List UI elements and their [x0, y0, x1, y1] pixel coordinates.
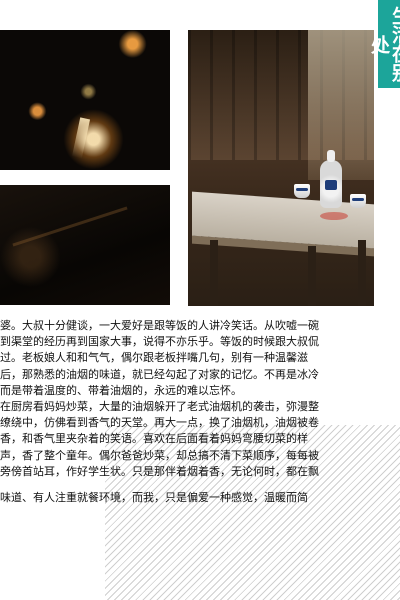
cup-stripe — [352, 198, 364, 201]
sake-cup — [294, 184, 310, 198]
article-line: 香，和香气里夹杂着的笑语。喜欢在后面看着妈妈弯腰切菜的样 — [0, 432, 308, 446]
spilled-drink — [320, 212, 348, 220]
article-line: 在厨房看妈妈炒菜，大量的油烟躲开了老式油烟机的袭击，弥漫整 — [0, 400, 319, 414]
table-leg — [210, 240, 218, 306]
article-line: 到渠堂的经历再到国家大事，说得不亦乐乎。等饭的时候跟大叔侃 — [0, 335, 319, 349]
article-line: 婆。大叔十分健谈，一大爱好是跟等饭的人讲冷笑话。从吹嘘一碗 — [0, 319, 319, 332]
article-line: 而是带着温度的、带着油烟的，永远的难以忘怀。 — [0, 383, 242, 397]
article-body: 婆。大叔十分健谈，一大爱好是跟等饭的人讲冷笑话。从吹嘘一碗 到渠堂的经历再到国家… — [0, 318, 400, 546]
article-line: 味道、有人注重就餐环境，而我，只是偏爱一种感觉，温暖而简 — [0, 491, 308, 505]
article-line: 声，香了整个童年。偶尔爸爸炒菜，却总搞不清下菜顺序，每每被 — [0, 448, 319, 462]
article-line: 后，那熟悉的油烟的味道，就已经勾起了对家的记忆。不再是冰冷 — [0, 367, 319, 381]
sake-cup — [350, 194, 366, 208]
dark-scene-photo — [0, 185, 170, 305]
section-title-tab: 生活在别处 — [368, 0, 400, 88]
sake-bottle — [320, 150, 342, 208]
table-leg — [308, 246, 316, 306]
sparks-photo — [0, 30, 170, 170]
article-line: 过。老板娘人和和气气，偶尔跟老板拌嘴几句，别有一种温馨滋 — [0, 351, 308, 365]
window-light — [308, 30, 374, 180]
article-line: 缭绕中，仿佛看到香气的天堂。再大一点，换了油烟机，油烟被卷 — [0, 416, 319, 430]
sake-table-photo — [188, 30, 374, 306]
tabletop — [192, 191, 374, 249]
spark-streak — [71, 117, 91, 159]
cup-stripe — [296, 188, 308, 191]
article-line: 旁傍首站耳，作好学生状。只是那伴着烟着香，无论何时，都在飘 — [0, 464, 319, 478]
light-beam — [12, 206, 128, 247]
bottle-label — [325, 180, 337, 190]
table-leg — [358, 240, 366, 306]
